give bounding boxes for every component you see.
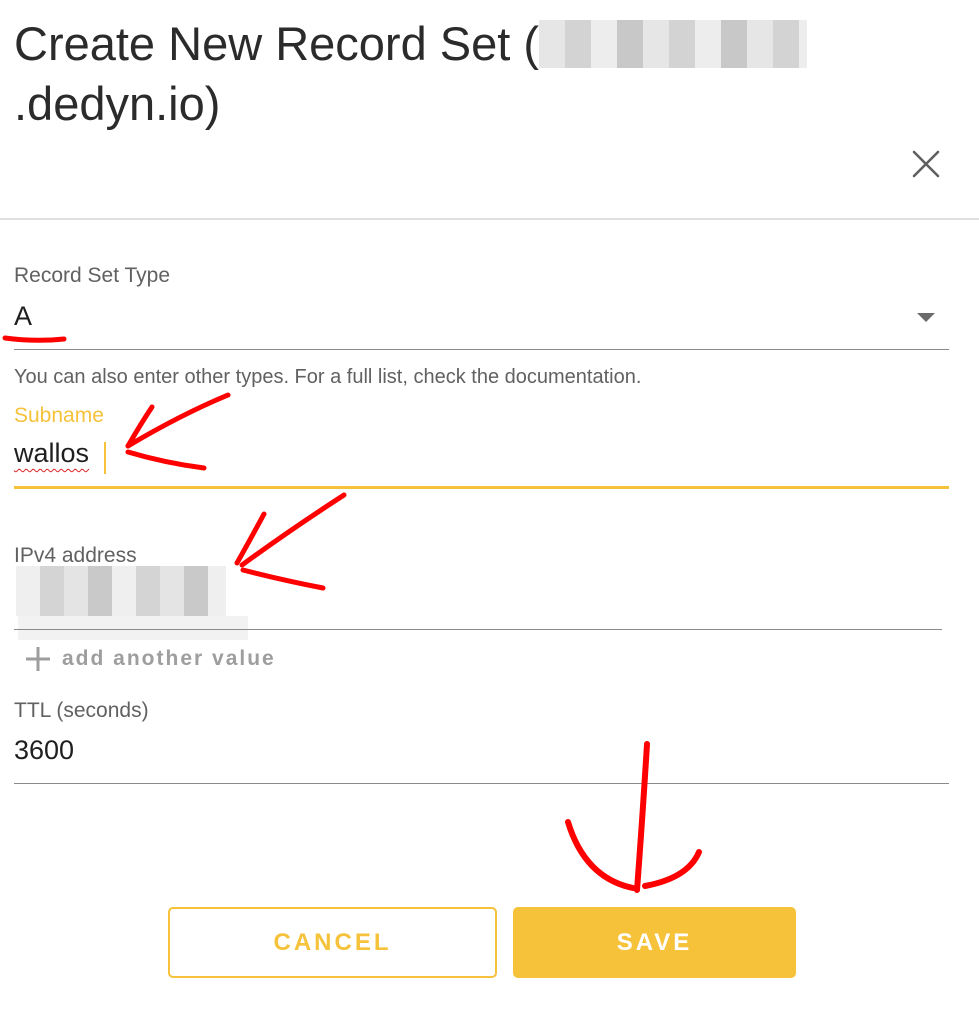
add-another-value-label: add another value [62,647,276,670]
subname-label: Subname [14,404,104,427]
dialog-title-suffix: .dedyn.io) [14,77,221,130]
ipv4-underline [14,629,942,630]
dropdown-arrow-icon[interactable] [917,313,935,322]
plus-icon [26,647,50,671]
underline-annotation-mark [2,335,67,343]
ttl-label: TTL (seconds) [14,699,149,722]
ttl-input[interactable]: 3600 [14,735,74,766]
header-divider [0,218,979,220]
subname-focus-underline [14,486,949,489]
ipv4-label: IPv4 address [14,544,137,567]
record-type-hint: You can also enter other types. For a fu… [14,366,642,388]
dialog-title: Create New Record Set ( .dedyn.io) [14,14,944,134]
redacted-domain [539,20,808,68]
text-caret [104,442,106,474]
annotation-marks [2,335,702,893]
save-arrow-mark [565,741,702,893]
close-button[interactable] [906,144,946,184]
dialog-title-prefix: Create New Record Set ( [14,17,540,70]
record-type-value[interactable]: A [14,301,32,332]
add-another-value-button[interactable]: add another value [24,645,276,673]
redacted-ipv4-tail [18,616,248,640]
record-type-underline [14,349,949,350]
subname-input[interactable]: wallos [14,438,89,469]
ipv4-arrow-mark [234,492,347,591]
close-icon [912,150,940,178]
cancel-button[interactable]: CANCEL [168,907,497,978]
redacted-ipv4-value[interactable] [16,566,226,616]
record-type-label: Record Set Type [14,264,171,287]
subname-arrow-mark [125,392,231,471]
ttl-underline [14,783,949,784]
save-button[interactable]: SAVE [513,907,796,978]
